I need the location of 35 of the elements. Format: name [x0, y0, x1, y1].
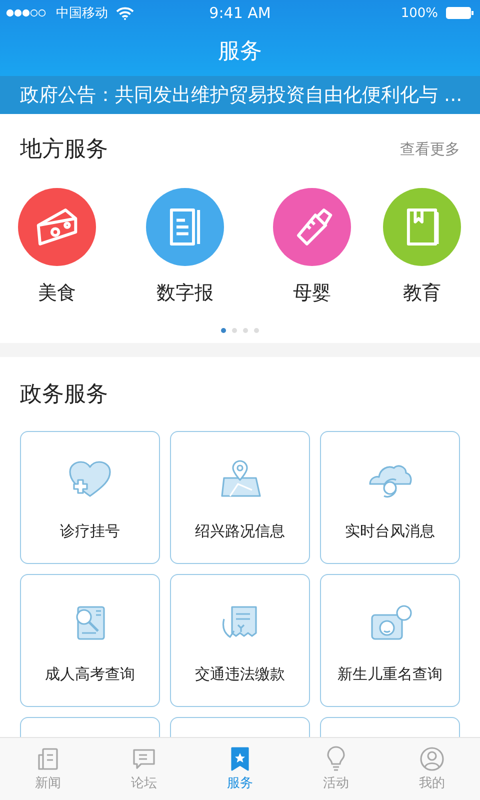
- service-tile[interactable]: 实时台风消息: [320, 431, 460, 564]
- tab-item[interactable]: 新闻: [0, 738, 96, 800]
- tab-item[interactable]: 我的: [384, 738, 480, 800]
- status-time: 9:41 AM: [209, 4, 271, 22]
- tab-item[interactable]: 论坛: [96, 738, 192, 800]
- service-tile[interactable]: 新生儿重名查询: [320, 574, 460, 707]
- service-label: 母婴: [293, 281, 331, 306]
- book-icon[interactable]: [383, 188, 461, 266]
- section-title: 地方服务: [20, 136, 108, 164]
- service-tile[interactable]: 诊疗挂号: [20, 431, 160, 564]
- service-label: 美食: [38, 281, 76, 306]
- carrier-name: 中国移动: [56, 5, 108, 22]
- tab-item[interactable]: 活动: [288, 738, 384, 800]
- newspaper-icon[interactable]: [146, 188, 224, 266]
- page-title: 服务: [218, 38, 262, 66]
- see-more-link[interactable]: 查看更多: [400, 140, 460, 158]
- cheese-icon[interactable]: [18, 188, 96, 266]
- battery-percent: 100%: [400, 6, 438, 20]
- user-icon: [419, 746, 445, 772]
- service-tile[interactable]: 成人高考查询: [20, 574, 160, 707]
- wifi-icon: [116, 6, 134, 20]
- notice-banner[interactable]: 政府公告：共同发出维护贸易投资自由化便利化与 ...: [0, 76, 480, 114]
- tab-item[interactable]: 服务: [192, 738, 288, 800]
- chat-icon: [131, 746, 157, 772]
- section-title: 政务服务: [20, 381, 108, 409]
- service-tile[interactable]: 交通违法缴款: [170, 574, 310, 707]
- service-label: 教育: [403, 281, 441, 306]
- newspaper-icon: [35, 746, 61, 772]
- notice-text: 政府公告：共同发出维护贸易投资自由化便利化与 ...: [20, 83, 462, 108]
- bottle-icon[interactable]: [273, 188, 351, 266]
- battery-icon: [446, 7, 474, 19]
- signal-icon: [6, 9, 48, 17]
- service-label: 数字报: [156, 281, 214, 306]
- heart-icon: [66, 460, 114, 500]
- service-tile[interactable]: 绍兴路况信息: [170, 431, 310, 564]
